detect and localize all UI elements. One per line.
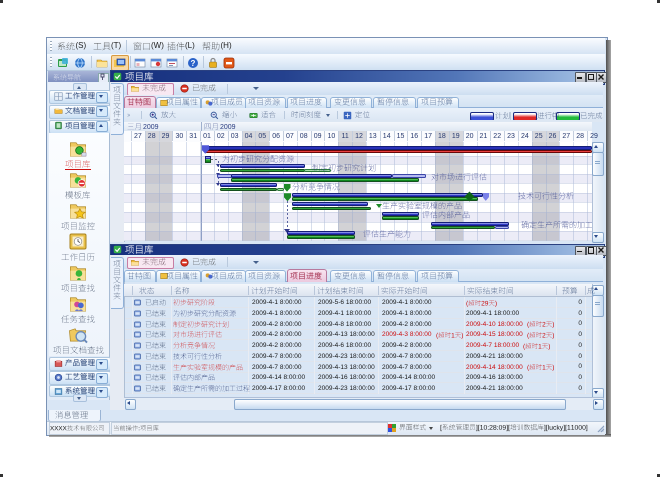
svg-text:?: ? [191, 59, 196, 68]
